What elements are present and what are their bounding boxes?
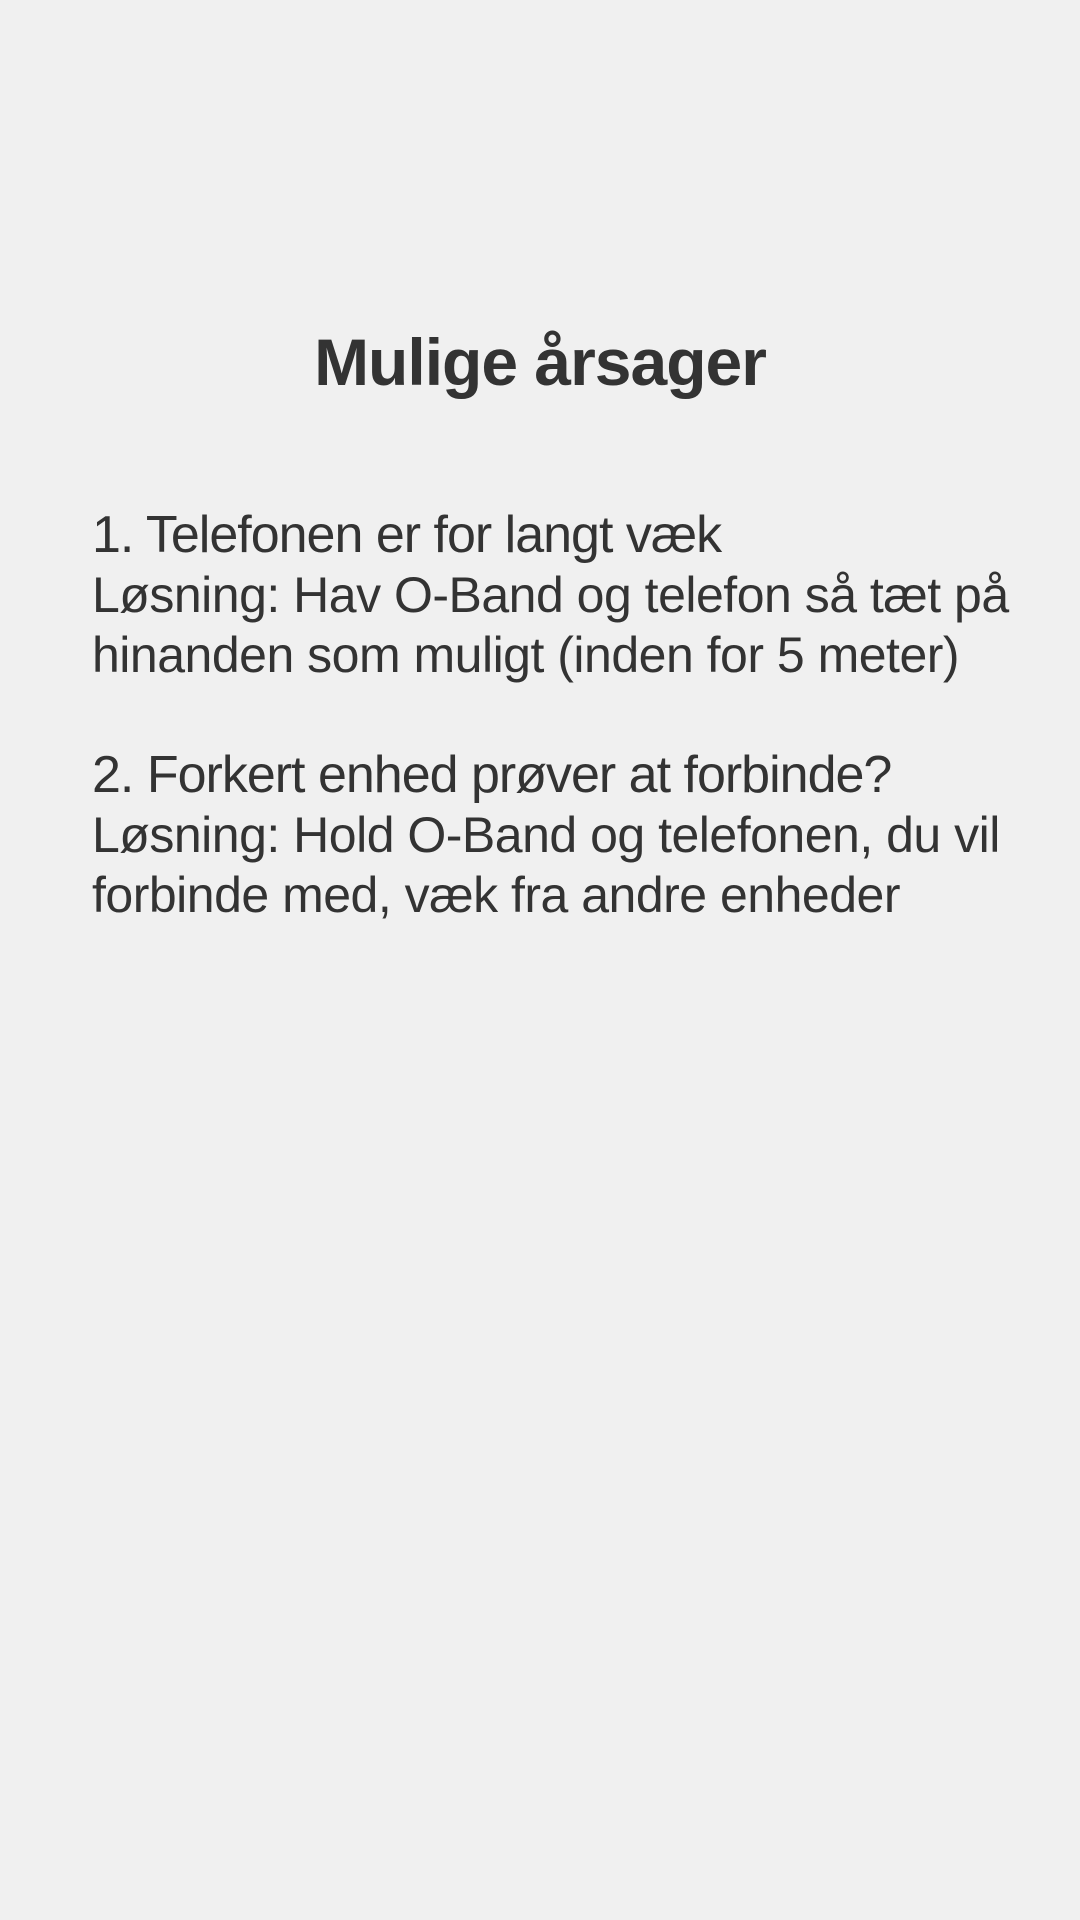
cause-solution: Løsning: Hav O-Band og telefon så tæt på… [92,567,1009,683]
cause-item: 2. Forkert enhed prøver at forbinde? Løs… [92,745,1042,925]
cause-item: 1. Telefonen er for langt væk Løsning: H… [92,505,1042,685]
cause-heading: 1. Telefonen er for langt væk [92,506,722,564]
causes-list: 1. Telefonen er for langt væk Løsning: H… [92,505,1042,985]
possible-causes-screen: Mulige årsager 1. Telefonen er for langt… [0,0,1080,1920]
page-title: Mulige årsager [314,325,767,399]
cause-solution: Løsning: Hold O-Band og telefonen, du vi… [92,807,1000,923]
cause-heading: 2. Forkert enhed prøver at forbinde? [92,746,892,804]
